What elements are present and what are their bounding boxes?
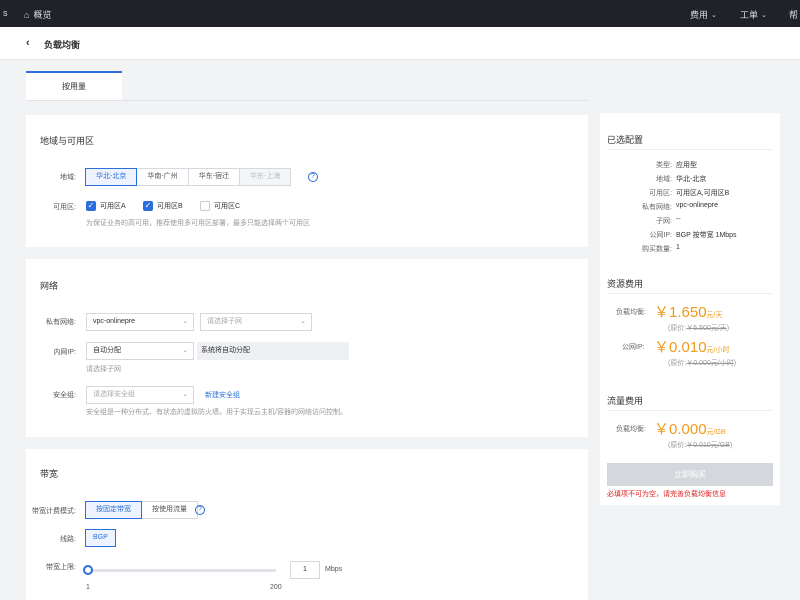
divider bbox=[607, 293, 773, 294]
public-ip-fee-label: 公网IP: bbox=[622, 344, 645, 351]
chevron-down-icon: ⌄ bbox=[182, 391, 188, 398]
zone-checkbox-c[interactable]: 可用区C bbox=[200, 201, 240, 211]
validation-error: 必填项不可为空，请完善负载均衡信息 bbox=[607, 491, 726, 498]
private-ip-note: 系统将自动分配 bbox=[197, 342, 349, 360]
create-security-group-link[interactable]: 新建安全组 bbox=[205, 390, 240, 400]
line-option-bgp[interactable]: BGP bbox=[85, 529, 116, 547]
chevron-down-icon: ⌄ bbox=[182, 347, 188, 354]
nav-billing-label: 费用 bbox=[690, 10, 709, 20]
region-label: 地域: bbox=[60, 174, 76, 181]
chevron-down-icon: ⌄ bbox=[300, 318, 306, 325]
nav-help-label: 帮 bbox=[789, 10, 799, 20]
bandwidth-limit-label: 带宽上限: bbox=[46, 564, 76, 571]
tab-usage[interactable]: 按用量 bbox=[26, 71, 122, 101]
topbar-edge-text: s bbox=[3, 8, 8, 18]
region-selector: 华北-北京 华南-广州 华东-宿迁 华东-上海 bbox=[85, 168, 292, 186]
chevron-down-icon: ⌄ bbox=[182, 318, 188, 325]
config-row: 公网IP: BGP 按带宽 1Mbps bbox=[649, 232, 737, 239]
nav-ticket[interactable]: 工单 ⌄ bbox=[740, 8, 767, 21]
help-icon[interactable]: ? bbox=[308, 172, 318, 182]
config-row: 类型: 应用型 bbox=[656, 162, 697, 169]
bandwidth-section-title: 带宽 bbox=[40, 469, 59, 479]
billing-mode-label: 带宽计费模式: bbox=[32, 508, 76, 515]
traffic-fee-price: ￥0.000元/GB bbox=[654, 421, 726, 438]
bandwidth-unit: Mbps bbox=[325, 566, 343, 573]
security-group-placeholder: 请选择安全组 bbox=[93, 391, 135, 398]
bandwidth-input[interactable]: 1 bbox=[290, 561, 320, 579]
config-row: 私有网络: vpc-onlinepre bbox=[642, 202, 719, 211]
checkbox-checked-icon: ✓ bbox=[86, 201, 96, 211]
nav-help[interactable]: 帮 bbox=[789, 8, 798, 21]
checkbox-checked-icon: ✓ bbox=[143, 201, 153, 211]
chevron-down-icon: ⌄ bbox=[761, 11, 767, 19]
zone-b-label: 可用区B bbox=[157, 203, 183, 210]
zone-label: 可用区: bbox=[53, 204, 76, 211]
region-option-suqian[interactable]: 华东-宿迁 bbox=[187, 168, 241, 186]
subnet-select[interactable]: 请选择子网 ⌄ bbox=[200, 313, 312, 331]
divider bbox=[607, 149, 773, 150]
traffic-fee-title: 流量费用 bbox=[607, 396, 644, 406]
region-option-shanghai: 华东-上海 bbox=[239, 168, 292, 186]
bandwidth-max: 200 bbox=[270, 584, 282, 591]
zone-hint: 为保证业务的高可用，推荐使用多可用区部署，最多只能选择两个可用区 bbox=[86, 220, 310, 227]
line-label: 线路: bbox=[60, 536, 76, 543]
bandwidth-slider-handle[interactable] bbox=[83, 565, 93, 575]
divider bbox=[607, 410, 773, 411]
region-option-beijing[interactable]: 华北-北京 bbox=[85, 168, 138, 186]
zone-a-label: 可用区A bbox=[100, 203, 126, 210]
page-header: ‹ 负载均衡 bbox=[0, 27, 800, 60]
billing-option-fixed[interactable]: 按固定带宽 bbox=[85, 501, 142, 519]
vpc-label: 私有网络: bbox=[46, 319, 76, 326]
config-row: 购买数量: 1 bbox=[642, 244, 680, 253]
zone-checkbox-b[interactable]: ✓ 可用区B bbox=[143, 201, 183, 211]
subnet-placeholder: 请选择子网 bbox=[207, 318, 242, 325]
vpc-select[interactable]: vpc-onlinepre ⌄ bbox=[86, 313, 194, 331]
bandwidth-slider-track[interactable] bbox=[86, 569, 276, 572]
checkbox-empty-icon bbox=[200, 201, 210, 211]
billing-option-traffic[interactable]: 按使用流量 bbox=[141, 501, 198, 519]
security-group-label: 安全组: bbox=[53, 392, 76, 399]
public-ip-fee-price: ￥0.010元/小时 bbox=[654, 339, 730, 356]
config-row: 子网: -- bbox=[656, 216, 681, 225]
bandwidth-min: 1 bbox=[86, 584, 90, 591]
order-summary-panel: 已选配置 类型: 应用型 地域: 华北-北京 可用区: 可用区A,可用区B 私有网络:… bbox=[600, 113, 780, 505]
config-row: 地域: 华北-北京 bbox=[656, 176, 707, 183]
security-group-select[interactable]: 请选择安全组 ⌄ bbox=[86, 386, 194, 404]
back-arrow-icon[interactable]: ‹ bbox=[26, 37, 30, 49]
vpc-value: vpc-onlinepre bbox=[93, 318, 136, 325]
lb-fee-original: (原价:￥5.500元/天) bbox=[668, 325, 730, 332]
private-ip-select[interactable]: 自动分配 ⌄ bbox=[86, 342, 194, 360]
zone-c-label: 可用区C bbox=[214, 203, 241, 210]
home-label: 概览 bbox=[33, 10, 52, 20]
buy-now-button[interactable]: 立即购买 bbox=[607, 463, 773, 486]
network-section-title: 网络 bbox=[40, 281, 59, 291]
page-title: 负载均衡 bbox=[44, 40, 81, 50]
region-section-title: 地域与可用区 bbox=[40, 136, 95, 146]
private-ip-label: 内网IP: bbox=[53, 349, 76, 356]
top-navigation-bar: s ⌂ 概览 费用 ⌄ 工单 ⌄ 帮 bbox=[0, 0, 800, 27]
billing-mode-selector: 按固定带宽 按使用流量 bbox=[85, 501, 198, 519]
config-row: 可用区: 可用区A,可用区B bbox=[649, 190, 730, 197]
home-icon: ⌂ bbox=[24, 9, 30, 20]
lb-fee-price: ￥1.650元/天 bbox=[654, 304, 723, 321]
tab-divider bbox=[26, 100, 588, 101]
traffic-fee-label: 负载均衡: bbox=[616, 426, 646, 433]
resource-fee-title: 资源费用 bbox=[607, 279, 644, 289]
home-link[interactable]: ⌂ 概览 bbox=[24, 8, 51, 21]
nav-ticket-label: 工单 bbox=[740, 10, 759, 20]
public-ip-fee-original: (原价:￥0.000元/小时) bbox=[668, 360, 737, 367]
help-icon[interactable]: ? bbox=[195, 505, 205, 515]
lb-fee-label: 负载均衡: bbox=[616, 309, 646, 316]
region-option-guangzhou[interactable]: 华南-广州 bbox=[136, 168, 189, 186]
private-ip-value: 自动分配 bbox=[93, 347, 121, 354]
security-group-hint: 安全组是一种分布式、有状态的虚拟防火墙，用于实现云主机/容器的网络访问控制。 bbox=[86, 409, 347, 416]
selected-config-title: 已选配置 bbox=[607, 135, 644, 145]
chevron-down-icon: ⌄ bbox=[711, 11, 717, 19]
line-selector: BGP bbox=[85, 529, 116, 547]
private-ip-hint: 请选择子网 bbox=[86, 366, 121, 373]
zone-checkbox-a[interactable]: ✓ 可用区A bbox=[86, 201, 126, 211]
nav-billing[interactable]: 费用 ⌄ bbox=[690, 8, 717, 21]
traffic-fee-original: (原价:￥0.010元/GB) bbox=[668, 442, 733, 449]
